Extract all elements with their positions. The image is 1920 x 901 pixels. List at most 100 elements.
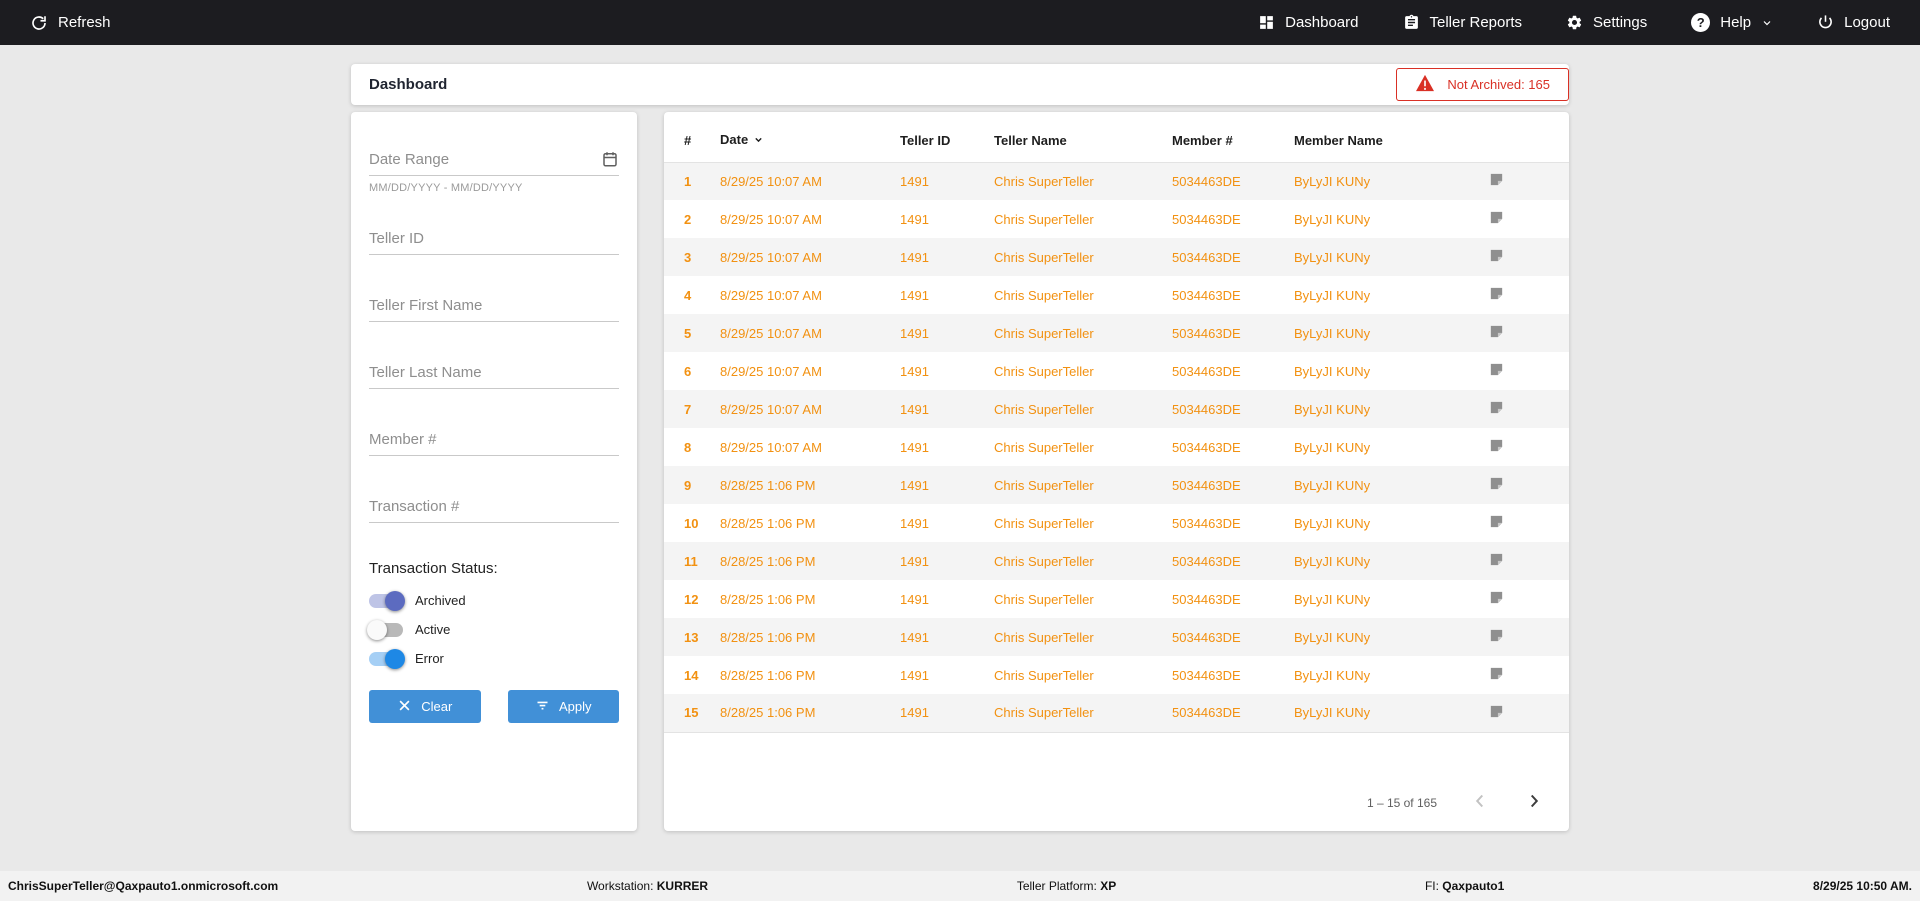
previous-page-button[interactable]	[1469, 790, 1491, 815]
column-header-actions	[1488, 124, 1569, 163]
note-icon[interactable]	[1488, 209, 1505, 226]
note-icon[interactable]	[1488, 513, 1505, 530]
nav-help[interactable]: ? Help	[1691, 13, 1773, 32]
member-number-cell: 5034463DE	[1172, 363, 1241, 379]
active-toggle[interactable]	[367, 619, 403, 640]
member-name-cell: ByLyJI KUNy	[1294, 515, 1371, 531]
row-number-cell: 14	[684, 667, 699, 683]
note-icon[interactable]	[1488, 437, 1505, 454]
column-header-number[interactable]: #	[664, 124, 720, 163]
table-row[interactable]: 15 8/28/25 1:06 PM 1491 Chris SuperTeller 50…	[664, 694, 1569, 733]
table-row[interactable]: 9 8/28/25 1:06 PM 1491 Chris SuperTeller 503…	[664, 466, 1569, 505]
table-row[interactable]: 4 8/29/25 10:07 AM 1491 Chris SuperTeller 50…	[664, 276, 1569, 314]
member-number-cell: 5034463DE	[1172, 553, 1241, 569]
teller-id-input[interactable]	[369, 225, 619, 255]
column-header-teller-id[interactable]: Teller ID	[900, 124, 994, 163]
table-row[interactable]: 13 8/28/25 1:06 PM 1491 Chris SuperTeller 50…	[664, 618, 1569, 657]
note-cell	[1488, 504, 1569, 542]
nav-settings[interactable]: Settings	[1566, 14, 1647, 31]
table-row[interactable]: 5 8/29/25 10:07 AM 1491 Chris SuperTeller 50…	[664, 314, 1569, 353]
teller-name-cell: Chris SuperTeller	[994, 667, 1094, 683]
calendar-icon[interactable]	[601, 150, 619, 173]
transaction-number-input[interactable]	[369, 493, 619, 523]
not-archived-badge: Not Archived: 165	[1396, 68, 1569, 101]
dashboard-grid-icon	[1258, 14, 1275, 31]
clear-button[interactable]: Clear	[369, 690, 481, 723]
table-row[interactable]: 7 8/29/25 10:07 AM 1491 Chris SuperTeller 50…	[664, 390, 1569, 429]
table-row[interactable]: 14 8/28/25 1:06 PM 1491 Chris SuperTeller 50…	[664, 656, 1569, 694]
member-number-input[interactable]	[369, 426, 619, 456]
teller-id-cell: 1491	[900, 667, 929, 683]
member-name-cell: ByLyJI KUNy	[1294, 249, 1371, 265]
nav-logout[interactable]: Logout	[1817, 14, 1890, 31]
teller-id-cell: 1491	[900, 363, 929, 379]
column-header-teller-name[interactable]: Teller Name	[994, 124, 1172, 163]
note-icon[interactable]	[1488, 589, 1505, 606]
logged-in-user: ChrisSuperTeller@Qaxpauto1.onmicrosoft.c…	[8, 879, 279, 893]
table-row[interactable]: 8 8/29/25 10:07 AM 1491 Chris SuperTeller 50…	[664, 428, 1569, 466]
table-row[interactable]: 3 8/29/25 10:07 AM 1491 Chris SuperTeller 50…	[664, 238, 1569, 277]
date-cell: 8/29/25 10:07 AM	[720, 287, 822, 303]
date-cell: 8/29/25 10:07 AM	[720, 439, 822, 455]
teller-name-cell: Chris SuperTeller	[994, 553, 1094, 569]
nav-dashboard[interactable]: Dashboard	[1258, 14, 1359, 31]
note-cell	[1488, 466, 1569, 504]
teller-first-name-input[interactable]	[369, 292, 619, 322]
transactions-table-card: # Date Teller ID Teller Name Member # Me…	[664, 112, 1569, 831]
member-number-cell: 5034463DE	[1172, 249, 1241, 265]
row-number-cell: 11	[684, 553, 698, 569]
note-icon[interactable]	[1488, 171, 1505, 188]
teller-name-cell: Chris SuperTeller	[994, 173, 1094, 189]
teller-id-cell: 1491	[900, 439, 929, 455]
table-row[interactable]: 2 8/29/25 10:07 AM 1491 Chris SuperTeller 50…	[664, 200, 1569, 238]
note-icon[interactable]	[1488, 323, 1505, 340]
member-number-cell: 5034463DE	[1172, 591, 1241, 607]
note-icon[interactable]	[1488, 627, 1505, 644]
note-cell	[1488, 162, 1569, 200]
date-range-input[interactable]	[369, 146, 619, 176]
error-toggle[interactable]	[369, 648, 405, 669]
apply-button[interactable]: Apply	[507, 690, 619, 723]
note-icon[interactable]	[1488, 665, 1505, 682]
row-number-cell: 4	[684, 287, 692, 303]
note-cell	[1488, 580, 1569, 618]
pagination: 1 – 15 of 165	[1367, 790, 1545, 815]
note-icon[interactable]	[1488, 361, 1505, 378]
next-page-button[interactable]	[1523, 790, 1545, 815]
archived-toggle[interactable]	[369, 590, 405, 611]
toggle-row-archived: Archived	[369, 590, 619, 611]
member-number-cell: 5034463DE	[1172, 477, 1241, 493]
transaction-status-label: Transaction Status:	[369, 560, 498, 577]
pagination-range-label: 1 – 15 of 165	[1366, 795, 1437, 810]
teller-name-cell: Chris SuperTeller	[994, 325, 1094, 341]
teller-last-name-input[interactable]	[369, 359, 619, 389]
table-row[interactable]: 6 8/29/25 10:07 AM 1491 Chris SuperTeller 50…	[664, 352, 1569, 390]
note-icon[interactable]	[1488, 399, 1505, 416]
table-row[interactable]: 10 8/28/25 1:06 PM 1491 Chris SuperTeller 50…	[664, 504, 1569, 542]
table-row[interactable]: 1 8/29/25 10:07 AM 1491 Chris SuperTeller 50…	[664, 162, 1569, 201]
transactions-table: # Date Teller ID Teller Name Member # Me…	[664, 124, 1569, 733]
note-icon[interactable]	[1488, 551, 1505, 568]
teller-id-field-group	[369, 225, 619, 255]
member-number-cell: 5034463DE	[1172, 173, 1241, 189]
note-icon[interactable]	[1488, 247, 1505, 264]
member-number-cell: 5034463DE	[1172, 705, 1241, 721]
column-header-member-name[interactable]: Member Name	[1294, 124, 1488, 163]
date-cell: 8/29/25 10:07 AM	[720, 173, 822, 189]
column-header-member-number[interactable]: Member #	[1172, 124, 1294, 163]
power-icon	[1817, 14, 1834, 31]
note-icon[interactable]	[1488, 703, 1505, 720]
gear-icon	[1566, 14, 1583, 31]
refresh-button[interactable]: Refresh	[30, 14, 111, 32]
teller-id-cell: 1491	[900, 477, 929, 493]
date-cell: 8/28/25 1:06 PM	[720, 515, 816, 531]
table-row[interactable]: 12 8/28/25 1:06 PM 1491 Chris SuperTeller 50…	[664, 580, 1569, 618]
nav-teller-reports[interactable]: Teller Reports	[1403, 14, 1522, 31]
column-header-date[interactable]: Date	[720, 124, 900, 163]
note-icon[interactable]	[1488, 285, 1505, 302]
teller-last-name-field-group	[369, 359, 619, 389]
table-row[interactable]: 11 8/28/25 1:06 PM 1491 Chris SuperTeller 50…	[664, 542, 1569, 581]
date-cell: 8/29/25 10:07 AM	[720, 363, 822, 379]
note-icon[interactable]	[1488, 475, 1505, 492]
note-cell	[1488, 656, 1569, 694]
